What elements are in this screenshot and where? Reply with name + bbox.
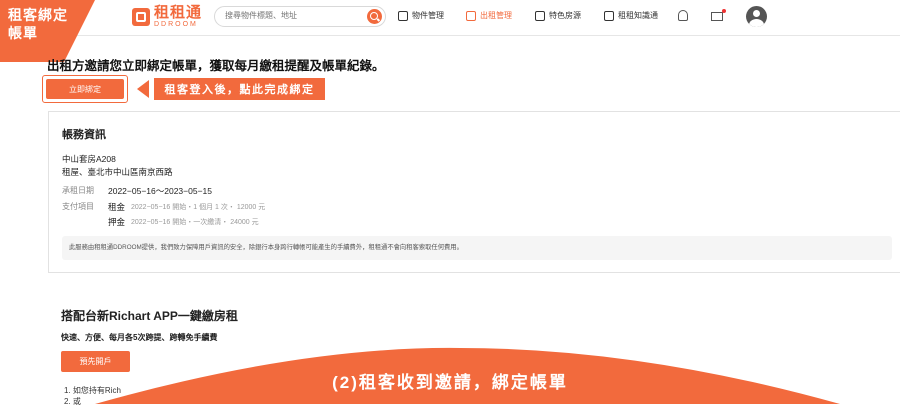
logo-icon: [132, 7, 150, 26]
property-address: 租屋、臺北市中山區南京西路: [62, 167, 173, 177]
search-icon[interactable]: [367, 9, 382, 24]
ddroom-logo[interactable]: 租租通 DDROOM: [132, 5, 202, 28]
avatar[interactable]: [746, 6, 767, 27]
corner-label: 租客綁定 帳單: [8, 6, 68, 42]
top-navbar: 租租通 DDROOM 物件管理 出租管理 特色房源 租租知識通: [0, 0, 900, 36]
pre-open-account-button[interactable]: 預先開戶: [61, 351, 130, 372]
nav-item-label: 特色房源: [549, 11, 581, 20]
star-house-icon: [535, 10, 545, 21]
nav-item-knowledge[interactable]: 租租知識通: [604, 10, 658, 21]
richart-list-item: 1. 如您持有Rich: [64, 386, 121, 395]
bind-now-label: 立即綁定: [46, 79, 124, 99]
mail-icon[interactable]: [711, 12, 723, 21]
nav-item-label: 出租管理: [480, 11, 512, 20]
logo-text-en: DDROOM: [154, 21, 198, 28]
property-name: 中山套房A208: [62, 154, 116, 164]
nav-item-featured-listings[interactable]: 特色房源: [535, 10, 581, 21]
document-icon: [466, 10, 476, 21]
corner-label-line2: 帳單: [8, 25, 38, 41]
callout-arrow-icon: [137, 80, 149, 98]
bottom-banner-text: (2)租客收到邀請，綁定帳單: [332, 373, 568, 392]
rent-detail: 2022−05−16 開始・1 個月 1 次・ 12000 元: [131, 204, 266, 211]
book-icon: [604, 10, 614, 21]
deposit-label: 押金: [108, 217, 126, 227]
search-box: [214, 6, 386, 27]
house-icon: [398, 10, 408, 21]
callout-label: 租客登入後，點此完成綁定: [154, 78, 325, 100]
bind-now-button[interactable]: 立即綁定: [42, 75, 128, 103]
richart-title: 搭配台新Richart APP一鍵繳房租: [61, 309, 238, 323]
corner-label-line1: 租客綁定: [8, 7, 68, 23]
logo-text-cn: 租租通: [154, 4, 203, 21]
search-input[interactable]: [223, 10, 367, 21]
notification-dot: [722, 9, 726, 13]
richart-subtitle: 快速、方便、每月各5次跨提、跨轉免手續費: [61, 333, 218, 342]
bell-icon[interactable]: [678, 10, 688, 21]
deposit-detail: 2022−05−16 開始・一次繳清・ 24000 元: [131, 219, 259, 226]
page-headline: 出租方邀請您立即綁定帳單，獲取每月繳租提醒及帳單紀錄。: [47, 59, 385, 73]
lease-date-value: 2022−05−16～2023−05−15: [108, 186, 212, 196]
nav-item-rental-management[interactable]: 出租管理: [466, 10, 512, 21]
nav-item-label: 租租知識通: [618, 11, 658, 20]
rent-label: 租金: [108, 202, 126, 212]
richart-list-item: 2. 或: [64, 397, 81, 406]
nav-item-label: 物件管理: [412, 11, 444, 20]
nav-item-property-management[interactable]: 物件管理: [398, 10, 444, 21]
lease-date-label: 承租日期: [62, 186, 94, 195]
payment-items-label: 支付項目: [62, 202, 94, 211]
billing-title: 帳務資訊: [62, 129, 106, 141]
billing-info-card: 帳務資訊 中山套房A208 租屋、臺北市中山區南京西路 承租日期 2022−05…: [48, 111, 900, 273]
service-notice: 此服務由租租通DDROOM提供，我們致力保障用戶資訊的安全，除銀行本身跨行轉帳可…: [62, 236, 892, 260]
